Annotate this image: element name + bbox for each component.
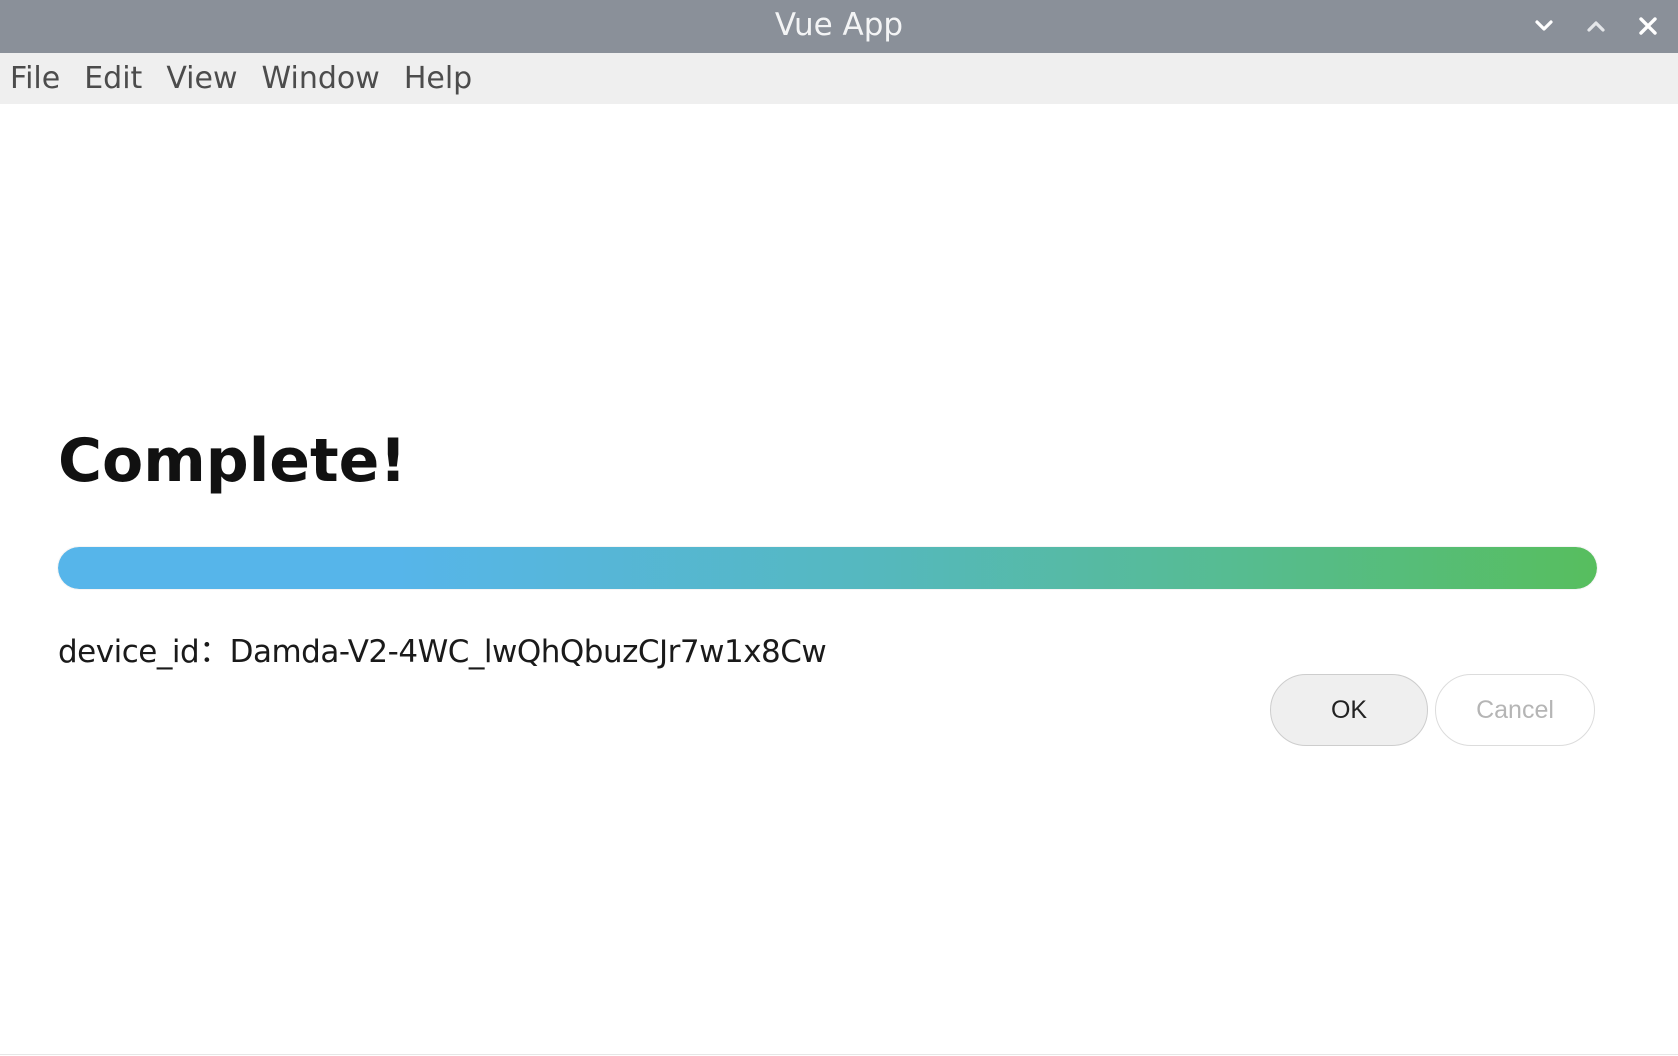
menu-item-file[interactable]: File xyxy=(10,61,60,96)
app-window: Vue App File Edit View Window Help Compl… xyxy=(0,0,1678,1056)
chevron-down-icon xyxy=(1535,20,1553,31)
close-icon xyxy=(1639,17,1657,35)
progress-bar xyxy=(58,547,1597,589)
chevron-up-icon xyxy=(1587,21,1605,32)
main-content: Complete! device_id：Damda-V2-4WC_lwQhQbu… xyxy=(0,104,1678,1056)
bottom-divider xyxy=(0,1054,1678,1055)
maximize-button[interactable] xyxy=(1578,8,1614,44)
device-id-text: device_id：Damda-V2-4WC_lwQhQbuzCJr7w1x8C… xyxy=(58,634,827,670)
close-button[interactable] xyxy=(1630,8,1666,44)
progress-bar-fill xyxy=(58,547,1597,589)
page-title: Complete! xyxy=(58,426,407,496)
window-title: Vue App xyxy=(774,7,904,43)
menu-item-window[interactable]: Window xyxy=(262,61,380,96)
title-bar[interactable]: Vue App xyxy=(0,0,1678,53)
cancel-button[interactable]: Cancel xyxy=(1435,674,1595,746)
minimize-button[interactable] xyxy=(1526,8,1562,44)
menu-item-help[interactable]: Help xyxy=(404,61,472,96)
menu-item-edit[interactable]: Edit xyxy=(84,61,142,96)
menu-bar: File Edit View Window Help xyxy=(0,53,1678,104)
menu-item-view[interactable]: View xyxy=(166,61,237,96)
ok-button[interactable]: OK xyxy=(1270,674,1428,746)
